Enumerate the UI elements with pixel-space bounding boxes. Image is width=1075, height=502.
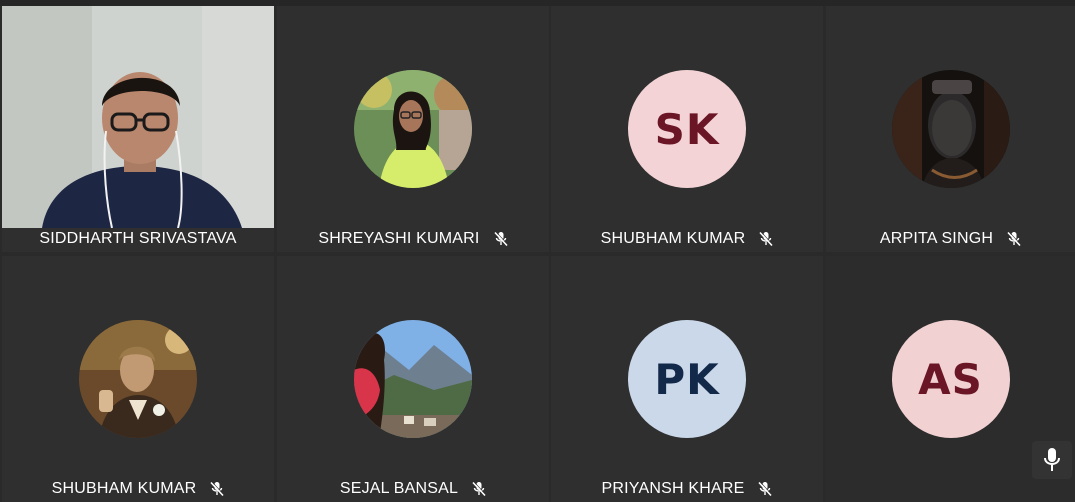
avatar: PK xyxy=(628,320,746,438)
participant-tile-shreyashi[interactable]: SHREYASHI KUMARI xyxy=(277,6,549,252)
avatar: SK xyxy=(628,70,746,188)
profile-photo-icon xyxy=(354,320,472,438)
mic-off-icon xyxy=(472,481,487,497)
participant-name: SHREYASHI KUMARI xyxy=(318,230,480,247)
participant-name: SHUBHAM KUMAR xyxy=(51,480,197,497)
avatar-initials: PK xyxy=(654,354,720,404)
name-row: SHUBHAM KUMAR xyxy=(551,226,823,252)
participant-tile-sejal[interactable]: SEJAL BANSAL xyxy=(277,256,549,502)
avatar xyxy=(354,70,472,188)
microphone-button[interactable] xyxy=(1032,441,1072,479)
participant-tile-shubham-1[interactable]: SK SHUBHAM KUMAR xyxy=(551,6,823,252)
avatar-initials: AS xyxy=(918,354,983,404)
mic-off-icon xyxy=(493,231,508,247)
microphone-icon xyxy=(1044,448,1060,471)
participant-tile-arpita[interactable]: ARPITA SINGH xyxy=(826,6,1075,252)
profile-photo-icon xyxy=(891,70,1010,188)
avatar-initials: SK xyxy=(654,104,720,154)
mic-off-icon xyxy=(758,481,773,497)
profile-photo-icon xyxy=(79,320,197,438)
name-row: SIDDHARTH SRIVASTAVA xyxy=(2,226,274,252)
participant-name: SHUBHAM KUMAR xyxy=(600,230,746,247)
mic-off-icon xyxy=(759,231,774,247)
participant-name: SIDDHARTH SRIVASTAVA xyxy=(39,230,237,247)
participant-tile-priyansh[interactable]: PK PRIYANSH KHARE xyxy=(551,256,823,502)
participant-name: ARPITA SINGH xyxy=(879,230,994,247)
name-row: SEJAL BANSAL xyxy=(277,476,549,502)
avatar xyxy=(79,320,197,438)
name-row: PRIYANSH KHARE xyxy=(551,476,823,502)
participant-tile-siddharth[interactable]: SIDDHARTH SRIVASTAVA xyxy=(2,6,274,252)
participant-tile-shubham-2[interactable]: SHUBHAM KUMAR xyxy=(2,256,274,502)
name-row: ARPITA SINGH xyxy=(826,226,1075,252)
name-row: SHREYASHI KUMARI xyxy=(277,226,549,252)
participant-name: SEJAL BANSAL xyxy=(339,480,459,497)
name-row: SHUBHAM KUMAR xyxy=(2,476,274,502)
mic-off-icon xyxy=(210,481,225,497)
avatar xyxy=(891,70,1010,188)
profile-photo-icon xyxy=(354,70,472,188)
participant-grid: SIDDHARTH SRIVASTAVA SHREYASHI KUMARI SK… xyxy=(0,0,1075,502)
mic-off-icon xyxy=(1007,231,1022,247)
avatar xyxy=(354,320,472,438)
avatar: AS xyxy=(891,320,1010,438)
participant-name: PRIYANSH KHARE xyxy=(601,480,745,497)
participant-video xyxy=(2,6,274,228)
video-frame-icon xyxy=(2,6,274,228)
